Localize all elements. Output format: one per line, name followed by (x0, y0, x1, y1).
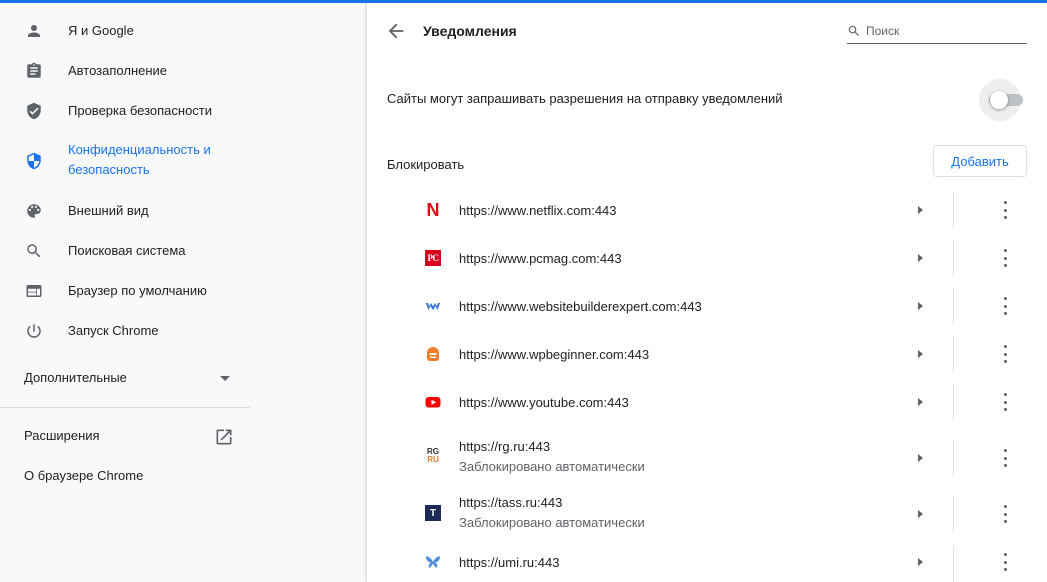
site-url: https://www.youtube.com:443 (459, 395, 629, 410)
power-icon (24, 321, 44, 341)
expand-arrow-icon[interactable] (918, 398, 923, 406)
more-actions-icon[interactable] (999, 505, 1011, 523)
sidebar-item-label: Я и Google (68, 23, 134, 38)
sidebar-item-default-browser[interactable]: Браузер по умолчанию (0, 280, 250, 302)
sidebar-item-appearance[interactable]: Внешний вид (0, 200, 250, 222)
expand-arrow-icon[interactable] (918, 454, 923, 462)
expand-arrow-icon[interactable] (918, 350, 923, 358)
sidebar-item-label: Внешний вид (68, 203, 149, 218)
palette-icon (24, 201, 44, 221)
expand-arrow-icon[interactable] (918, 254, 923, 262)
search-input[interactable] (866, 22, 1021, 40)
sidebar-item-autofill[interactable]: Автозаполнение (0, 60, 250, 82)
row-divider (953, 336, 954, 372)
more-actions-icon[interactable] (999, 297, 1011, 315)
site-status: Заблокировано автоматически (459, 515, 645, 530)
notifications-panel: Уведомления Сайты могут запрашивать разр… (366, 3, 1047, 582)
row-divider (953, 546, 954, 582)
site-url: https://umi.ru:443 (459, 555, 560, 570)
shield-privacy-icon (24, 151, 44, 171)
more-actions-icon[interactable] (999, 449, 1011, 467)
sidebar-item-label: Автозаполнение (68, 63, 168, 78)
site-row-tass[interactable]: T https://tass.ru:443 Заблокировано авто… (387, 486, 1027, 542)
site-row-youtube[interactable]: https://www.youtube.com:443 (387, 378, 1027, 426)
pcmag-logo-text: PC (427, 253, 440, 263)
tass-icon: T (425, 505, 441, 521)
sidebar-item-you-and-google[interactable]: Я и Google (0, 20, 250, 42)
sidebar-item-privacy-security[interactable]: Конфиденциальность и безопасность (0, 140, 250, 182)
site-url: https://www.websitebuilderexpert.com:443 (459, 299, 702, 314)
site-row-wpbeginner[interactable]: https://www.wpbeginner.com:443 (387, 330, 1027, 378)
sidebar-item-label: Браузер по умолчанию (68, 283, 207, 298)
sidebar-item-on-startup[interactable]: Запуск Chrome (0, 320, 250, 342)
sidebar-item-label: Запуск Chrome (68, 323, 159, 338)
search-icon (24, 241, 44, 261)
wpbeginner-icon (425, 346, 441, 362)
pcmag-icon: PC (425, 250, 441, 266)
site-row-websitebuilderexpert[interactable]: https://www.websitebuilderexpert.com:443 (387, 282, 1027, 330)
site-row-pcmag[interactable]: PC https://www.pcmag.com:443 (387, 234, 1027, 282)
row-divider (953, 288, 954, 324)
youtube-icon (425, 394, 441, 410)
expand-arrow-icon[interactable] (918, 206, 923, 214)
search-field[interactable] (847, 20, 1027, 44)
page-title: Уведомления (423, 23, 517, 39)
person-icon (24, 21, 44, 41)
sidebar-divider (0, 407, 250, 408)
row-divider (953, 192, 954, 228)
expand-arrow-icon[interactable] (918, 510, 923, 518)
tass-logo-text: T (429, 507, 437, 519)
sidebar-item-label: Конфиденциальность и безопасность (68, 142, 211, 177)
site-row-umi[interactable]: https://umi.ru:443 (387, 542, 1027, 582)
row-divider (953, 440, 954, 476)
expand-arrow-icon[interactable] (918, 302, 923, 310)
site-url: https://www.pcmag.com:443 (459, 251, 622, 266)
sidebar: Я и Google Автозаполнение Проверка безоп… (0, 3, 250, 582)
chevron-down-icon (220, 376, 230, 381)
open-in-new-icon[interactable] (214, 427, 234, 447)
search-icon (847, 24, 861, 38)
site-row-netflix[interactable]: N https://www.netflix.com:443 (387, 186, 1027, 234)
advanced-section-toggle[interactable]: Дополнительные (24, 368, 234, 390)
site-row-rg[interactable]: RG RU https://rg.ru:443 Заблокировано ав… (387, 430, 1027, 486)
sidebar-item-label: Проверка безопасности (68, 103, 213, 118)
site-url: https://tass.ru:443 (459, 495, 563, 510)
row-divider (953, 384, 954, 420)
notifications-toggle[interactable] (990, 91, 1008, 109)
clipboard-icon (24, 61, 44, 81)
umi-icon (425, 554, 441, 570)
browser-icon (24, 281, 44, 301)
expand-arrow-icon[interactable] (918, 558, 923, 566)
toggle-label: Сайты могут запрашивать разрешения на от… (387, 91, 783, 106)
more-actions-icon[interactable] (999, 249, 1011, 267)
row-divider (953, 496, 954, 532)
extensions-link[interactable]: Расширения (24, 428, 100, 443)
more-actions-icon[interactable] (999, 553, 1011, 571)
more-actions-icon[interactable] (999, 393, 1011, 411)
sidebar-item-label: Поисковая система (68, 243, 186, 258)
advanced-label: Дополнительные (24, 370, 127, 385)
more-actions-icon[interactable] (999, 345, 1011, 363)
netflix-icon: N (425, 200, 441, 220)
about-chrome-link[interactable]: О браузере Chrome (24, 468, 143, 483)
site-url: https://www.wpbeginner.com:443 (459, 347, 650, 362)
site-url: https://rg.ru:443 (459, 439, 551, 454)
sidebar-item-search-engine[interactable]: Поисковая система (0, 240, 250, 262)
netflix-logo-text: N (426, 200, 440, 220)
row-divider (953, 240, 954, 276)
block-section-label: Блокировать (387, 157, 465, 172)
back-arrow-icon[interactable] (385, 20, 407, 42)
add-button[interactable]: Добавить (933, 145, 1027, 177)
sidebar-item-safety-check[interactable]: Проверка безопасности (0, 100, 250, 122)
rg-icon: RG RU (425, 448, 441, 464)
more-actions-icon[interactable] (999, 201, 1011, 219)
site-status: Заблокировано автоматически (459, 459, 645, 474)
site-url: https://www.netflix.com:443 (459, 203, 617, 218)
shield-check-icon (24, 101, 44, 121)
rg-logo-bottom: RU (427, 455, 439, 464)
websitebuilderexpert-icon (425, 298, 441, 314)
